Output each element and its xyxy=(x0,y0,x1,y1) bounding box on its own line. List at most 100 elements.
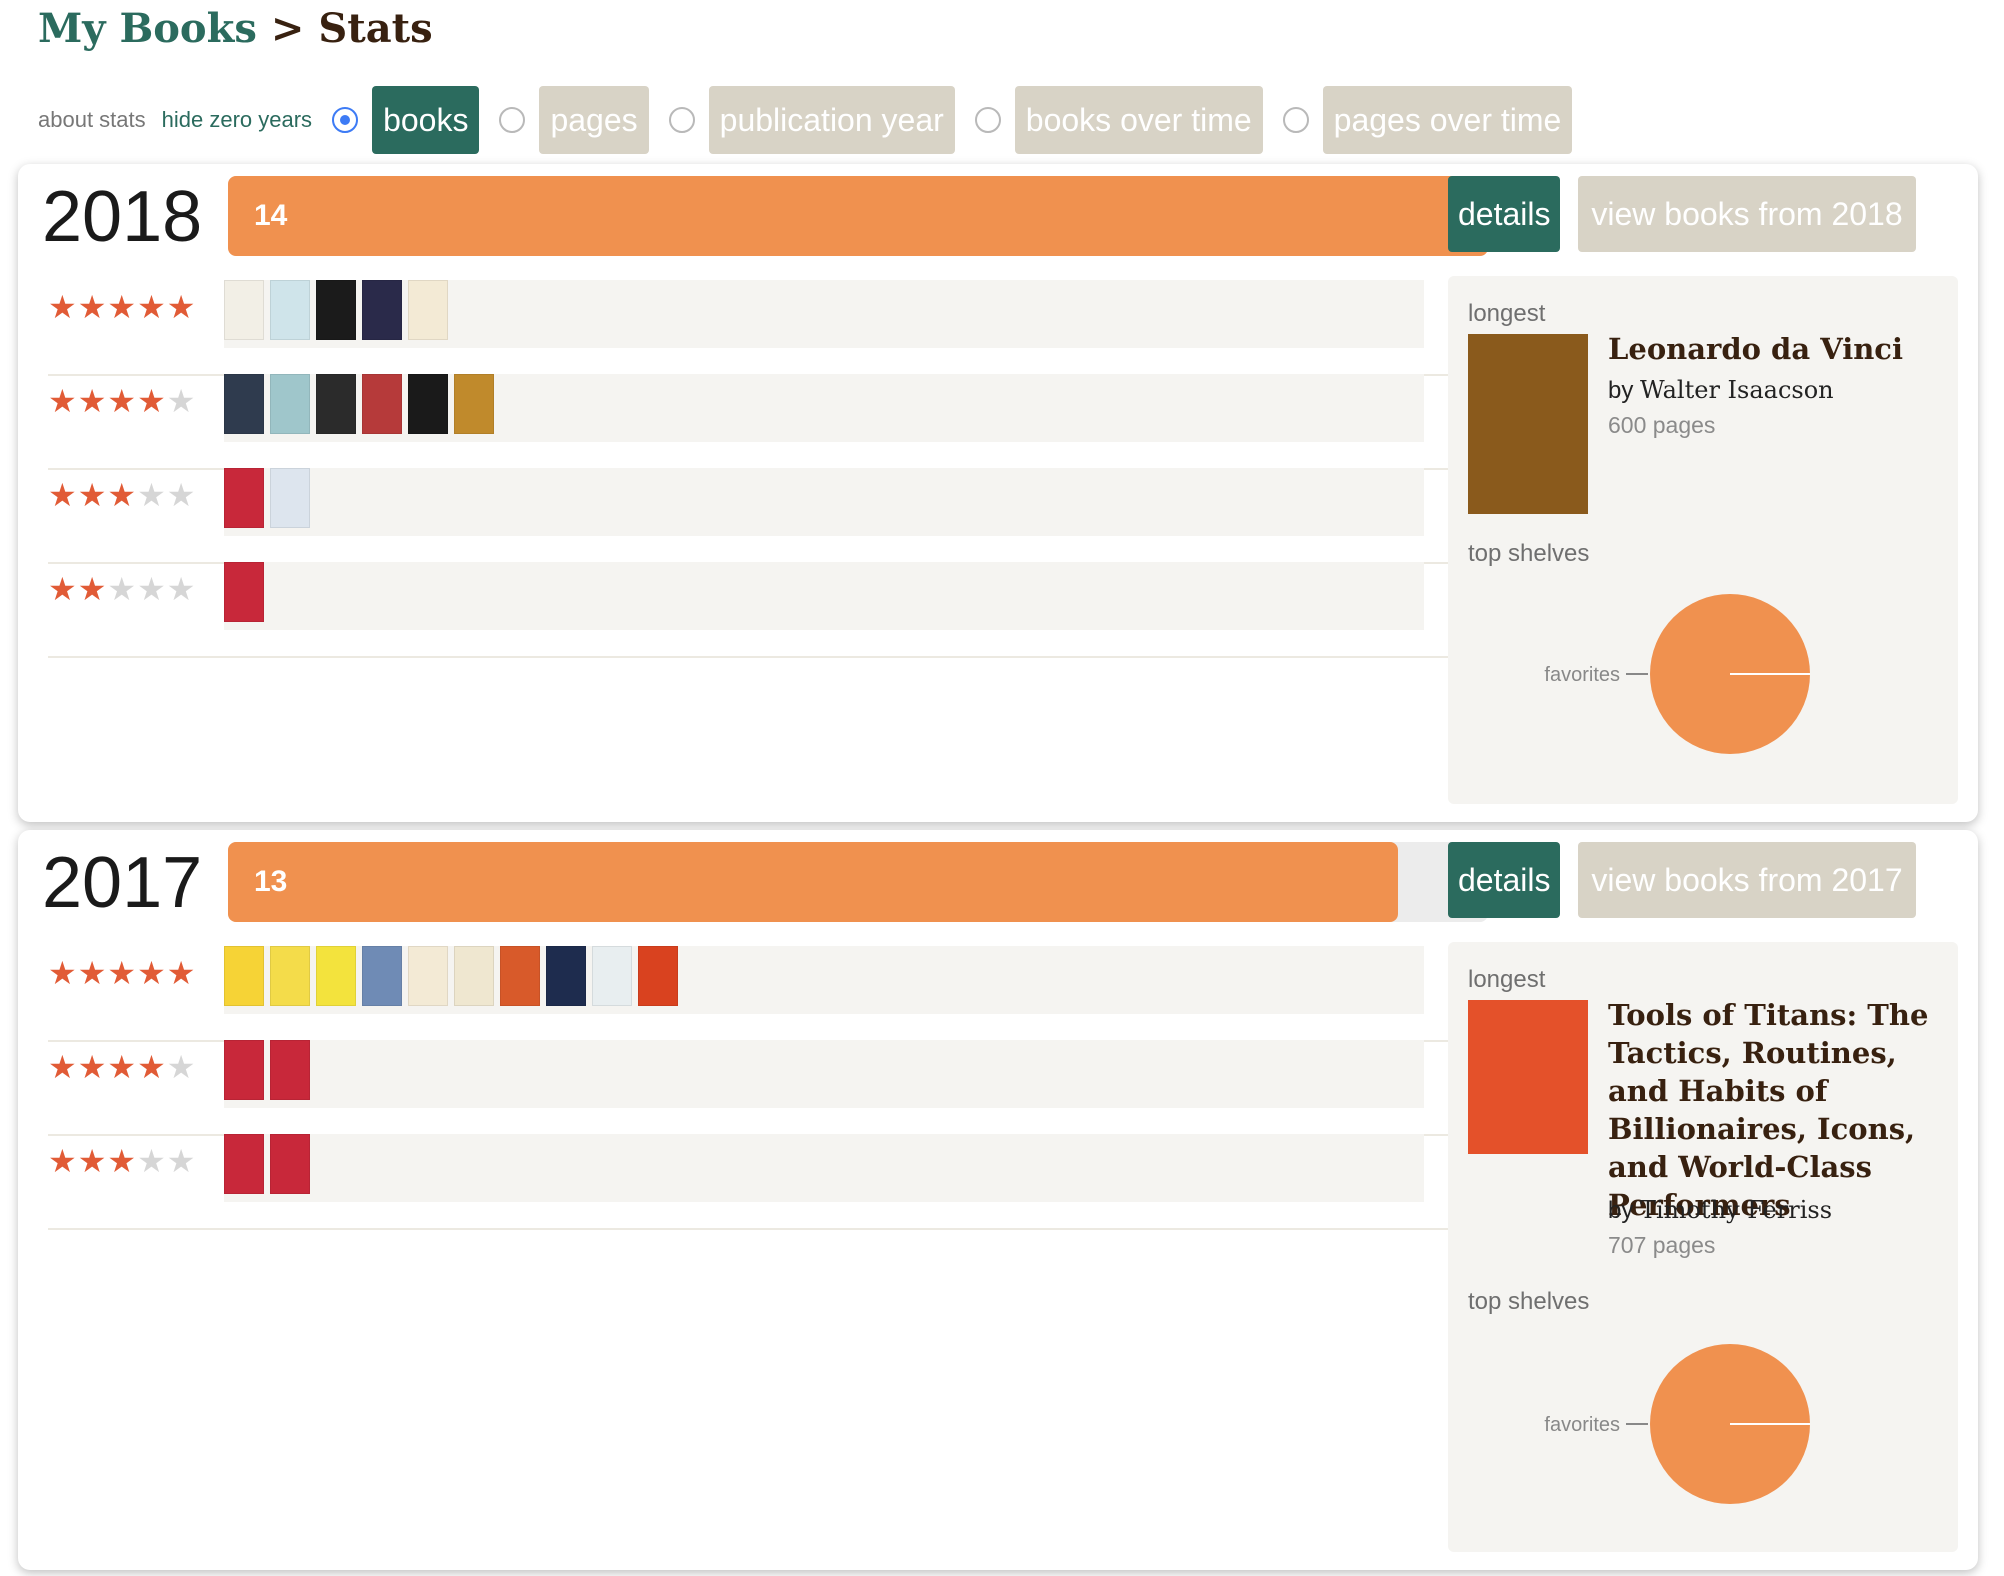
book-cover-thumbnail[interactable] xyxy=(362,946,402,1006)
tab-books-over-time[interactable]: books over time xyxy=(1014,86,1263,154)
book-cover-thumbnail[interactable] xyxy=(362,280,402,340)
star-filled-icon: ★ xyxy=(166,289,197,325)
rating-stars: ★★★★★ xyxy=(48,288,196,326)
details-button[interactable]: details xyxy=(1448,842,1560,918)
longest-label: longest xyxy=(1468,966,1546,993)
book-cover-thumbnail[interactable] xyxy=(316,280,356,340)
book-cover-thumbnail[interactable] xyxy=(316,946,356,1006)
pie-slice-label: favorites xyxy=(1544,664,1620,686)
longest-book-cover[interactable] xyxy=(1468,334,1588,514)
longest-book-pages: 600 pages xyxy=(1608,412,1716,438)
tab-pages[interactable]: pages xyxy=(539,86,649,154)
star-filled-icon: ★ xyxy=(137,955,167,991)
hide-zero-years-link[interactable]: hide zero years xyxy=(162,107,312,133)
pie-slice-label: favorites xyxy=(1544,1414,1620,1436)
books-radio[interactable] xyxy=(332,107,359,133)
longest-book-title[interactable]: Leonardo da Vinci xyxy=(1608,330,1948,368)
book-cover-thumbnail[interactable] xyxy=(224,280,264,340)
books-count-bar: 13 xyxy=(228,842,1488,922)
book-cover-thumbnail[interactable] xyxy=(224,562,264,622)
about-stats-link[interactable]: about stats xyxy=(38,107,146,133)
tab-books[interactable]: books xyxy=(372,86,480,154)
top-shelves-label: top shelves xyxy=(1468,1288,1590,1315)
my-books-link[interactable]: My Books xyxy=(38,5,257,52)
star-empty-icon: ★ xyxy=(107,571,138,607)
rating-row-5: ★★★★★ xyxy=(48,280,1448,376)
book-cover-thumbnail[interactable] xyxy=(362,374,402,434)
book-cover-thumbnail[interactable] xyxy=(270,946,310,1006)
top-shelves-pie-chart: favorites xyxy=(1544,594,1810,754)
star-filled-icon: ★ xyxy=(77,1049,108,1085)
top-shelves-pie-chart: favorites xyxy=(1544,1344,1810,1504)
book-cover-thumbnail[interactable] xyxy=(408,946,448,1006)
book-cover-thumbnail[interactable] xyxy=(454,946,494,1006)
view-books-button[interactable]: view books from 2018 xyxy=(1578,176,1916,252)
book-cover-thumbnail[interactable] xyxy=(270,1040,310,1100)
details-button[interactable]: details xyxy=(1448,176,1560,252)
book-cover-thumbnail[interactable] xyxy=(408,374,448,434)
star-filled-icon: ★ xyxy=(77,955,108,991)
rating-stars: ★★★★★ xyxy=(48,382,196,420)
author-name[interactable]: Walter Isaacson xyxy=(1640,376,1834,404)
pages-over-time-radio[interactable] xyxy=(1282,107,1309,133)
star-filled-icon: ★ xyxy=(107,383,138,419)
book-cover-thumbnail[interactable] xyxy=(454,374,494,434)
publication-year-radio[interactable] xyxy=(668,107,695,133)
stats-toolbar: about stats hide zero years books pages … xyxy=(38,86,1592,154)
book-cover-thumbnail[interactable] xyxy=(638,946,678,1006)
covers-strip xyxy=(224,468,1424,536)
star-filled-icon: ★ xyxy=(48,1049,78,1085)
star-filled-icon: ★ xyxy=(48,477,78,513)
star-filled-icon: ★ xyxy=(137,1049,167,1085)
book-cover-thumbnail[interactable] xyxy=(224,374,264,434)
pages-radio[interactable] xyxy=(499,107,526,133)
star-filled-icon: ★ xyxy=(77,477,108,513)
star-filled-icon: ★ xyxy=(107,289,138,325)
book-cover-thumbnail[interactable] xyxy=(500,946,540,1006)
book-cover-thumbnail[interactable] xyxy=(408,280,448,340)
star-filled-icon: ★ xyxy=(77,1143,108,1179)
books-over-time-radio[interactable] xyxy=(974,107,1001,133)
book-cover-thumbnail[interactable] xyxy=(270,468,310,528)
rating-row-4: ★★★★★ xyxy=(48,1040,1448,1136)
star-empty-icon: ★ xyxy=(166,383,197,419)
rating-row-5: ★★★★★ xyxy=(48,946,1448,1042)
page-title: Stats xyxy=(318,4,433,52)
breadcrumb-separator: > xyxy=(270,4,305,52)
book-cover-thumbnail[interactable] xyxy=(270,280,310,340)
rating-stars: ★★★★★ xyxy=(48,954,196,992)
tab-publication-year[interactable]: publication year xyxy=(708,86,955,154)
books-count-bar-fill xyxy=(228,176,1488,256)
covers-strip xyxy=(224,280,1424,348)
book-cover-thumbnail[interactable] xyxy=(546,946,586,1006)
star-filled-icon: ★ xyxy=(77,571,108,607)
book-cover-thumbnail[interactable] xyxy=(224,1040,264,1100)
rating-row-3: ★★★★★ xyxy=(48,1134,1448,1230)
book-cover-thumbnail[interactable] xyxy=(316,374,356,434)
covers-strip xyxy=(224,1040,1424,1108)
star-empty-icon: ★ xyxy=(166,1049,197,1085)
book-cover-thumbnail[interactable] xyxy=(592,946,632,1006)
star-filled-icon: ★ xyxy=(107,1049,138,1085)
book-cover-thumbnail[interactable] xyxy=(224,468,264,528)
year-heading: 2018 xyxy=(42,177,203,257)
longest-book-title[interactable]: Tools of Titans: The Tactics, Routines, … xyxy=(1608,996,1948,1224)
book-cover-thumbnail[interactable] xyxy=(224,1134,264,1194)
book-cover-thumbnail[interactable] xyxy=(270,374,310,434)
covers-strip xyxy=(224,946,1424,1014)
author-name[interactable]: Timothy Ferriss xyxy=(1640,1196,1832,1224)
covers-strip xyxy=(224,374,1424,442)
rating-stars: ★★★★★ xyxy=(48,476,196,514)
star-filled-icon: ★ xyxy=(107,955,138,991)
longest-book-cover[interactable] xyxy=(1468,1000,1588,1154)
book-cover-thumbnail[interactable] xyxy=(270,1134,310,1194)
tab-pages-over-time[interactable]: pages over time xyxy=(1322,86,1573,154)
star-filled-icon: ★ xyxy=(48,383,78,419)
star-filled-icon: ★ xyxy=(77,289,108,325)
book-cover-thumbnail[interactable] xyxy=(224,946,264,1006)
star-filled-icon: ★ xyxy=(48,1143,78,1179)
star-filled-icon: ★ xyxy=(166,955,197,991)
view-books-button[interactable]: view books from 2017 xyxy=(1578,842,1916,918)
rating-row-2: ★★★★★ xyxy=(48,562,1448,658)
star-filled-icon: ★ xyxy=(77,383,108,419)
